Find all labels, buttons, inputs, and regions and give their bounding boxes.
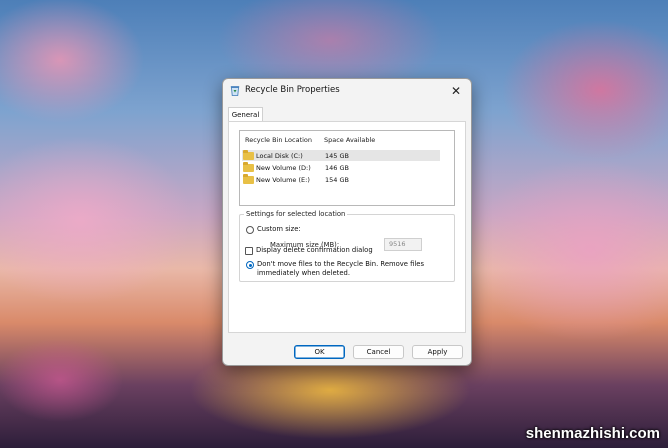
ok-button[interactable]: OK (294, 345, 345, 359)
folder-icon (243, 150, 254, 160)
list-item[interactable]: New Volume (D:) 146 GB (242, 162, 440, 173)
no-move-label-line1[interactable]: Don't move files to the Recycle Bin. Rem… (257, 260, 424, 268)
location-space: 154 GB (325, 176, 349, 184)
location-space: 145 GB (325, 152, 349, 160)
max-size-input[interactable]: 9516 (384, 238, 422, 251)
folder-icon (243, 162, 254, 172)
list-item[interactable]: Local Disk (C:) 145 GB (242, 150, 440, 161)
settings-group-label: Settings for selected location (244, 210, 348, 218)
window-title: Recycle Bin Properties (245, 85, 340, 95)
cancel-button[interactable]: Cancel (353, 345, 404, 359)
general-tab-panel: Recycle Bin Location Space Available Loc… (228, 121, 466, 333)
close-button[interactable]: ✕ (447, 82, 465, 100)
list-item[interactable]: New Volume (E:) 154 GB (242, 174, 440, 185)
custom-size-label[interactable]: Custom size: (257, 225, 301, 233)
custom-size-radio[interactable] (246, 226, 254, 234)
folder-icon (243, 174, 254, 184)
watermark: shenmazhishi.com (525, 425, 660, 442)
location-space: 146 GB (325, 164, 349, 172)
recycle-bin-location-list[interactable]: Recycle Bin Location Space Available Loc… (239, 130, 455, 206)
no-move-label-line2[interactable]: immediately when deleted. (257, 269, 350, 277)
location-name: New Volume (E:) (256, 176, 310, 184)
no-move-radio[interactable] (246, 261, 254, 269)
confirm-dialog-checkbox[interactable] (245, 247, 253, 255)
list-header: Recycle Bin Location Space Available (240, 133, 454, 147)
column-header-space[interactable]: Space Available (324, 136, 375, 144)
tab-general[interactable]: General (228, 107, 263, 122)
confirm-dialog-label[interactable]: Display delete confirmation dialog (256, 246, 373, 254)
recycle-bin-icon (230, 86, 240, 96)
apply-button[interactable]: Apply (412, 345, 463, 359)
recycle-bin-properties-dialog: Recycle Bin Properties ✕ General Recycle… (222, 78, 472, 366)
title-bar[interactable]: Recycle Bin Properties ✕ (223, 79, 471, 103)
location-name: New Volume (D:) (256, 164, 311, 172)
location-name: Local Disk (C:) (256, 152, 303, 160)
column-header-location[interactable]: Recycle Bin Location (245, 136, 312, 144)
